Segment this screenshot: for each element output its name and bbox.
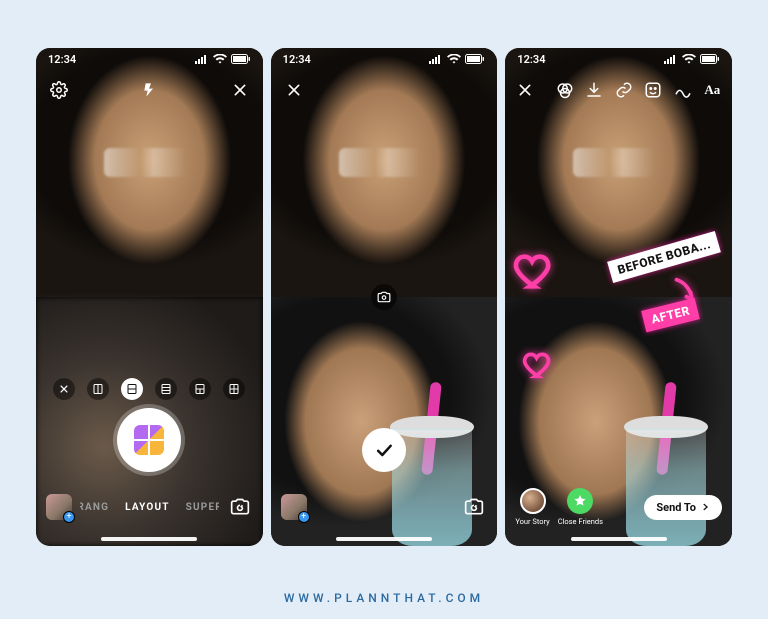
capture-bottom-bar: + OMERANG LAYOUT SUPERZOO xyxy=(36,486,263,528)
flash-icon[interactable] xyxy=(136,77,162,103)
story-edit-toolbar: Aa xyxy=(505,76,732,104)
share-your-story[interactable]: Your Story xyxy=(515,488,549,526)
your-story-label: Your Story xyxy=(515,517,549,526)
layout-option-2h-selected[interactable] xyxy=(121,378,143,400)
mode-next[interactable]: SUPERZOO xyxy=(186,502,219,513)
status-time: 12:34 xyxy=(48,53,76,66)
layout-option-3h[interactable] xyxy=(155,378,177,400)
close-icon[interactable] xyxy=(515,77,535,103)
capture-top-controls xyxy=(271,76,498,104)
plus-icon: + xyxy=(63,511,75,523)
home-indicator xyxy=(101,537,197,541)
gallery-thumbnail[interactable]: + xyxy=(46,494,72,520)
gallery-thumbnail[interactable]: + xyxy=(281,494,307,520)
status-indicators xyxy=(429,54,485,64)
retake-cell-icon[interactable] xyxy=(371,284,397,310)
close-icon[interactable] xyxy=(281,77,307,103)
status-bar: 12:34 xyxy=(505,48,732,70)
gear-icon[interactable] xyxy=(46,77,72,103)
avatar-icon xyxy=(520,488,546,514)
link-icon[interactable] xyxy=(614,77,634,103)
status-bar: 12:34 xyxy=(271,48,498,70)
phone-story-edit: 12:34 xyxy=(505,48,732,546)
star-icon xyxy=(567,488,593,514)
status-time: 12:34 xyxy=(283,53,311,66)
share-close-friends[interactable]: Close Friends xyxy=(558,488,603,526)
close-icon[interactable] xyxy=(227,77,253,103)
filters-icon[interactable] xyxy=(555,77,575,103)
home-indicator xyxy=(336,537,432,541)
layout-option-grid4[interactable] xyxy=(223,378,245,400)
plus-icon: + xyxy=(298,511,310,523)
camera-mode-strip[interactable]: OMERANG LAYOUT SUPERZOO xyxy=(80,502,219,513)
switch-camera-icon[interactable] xyxy=(461,494,487,520)
story-share-bar: Your Story Close Friends Send To xyxy=(505,486,732,528)
status-time: 12:34 xyxy=(517,53,545,66)
text-icon[interactable]: Aa xyxy=(703,77,723,103)
home-indicator xyxy=(571,537,667,541)
phone-layout-capture: 12:34 xyxy=(36,48,263,546)
heart-sticker[interactable] xyxy=(511,248,557,294)
switch-camera-icon[interactable] xyxy=(227,494,253,520)
confirm-button[interactable] xyxy=(362,428,406,472)
confirm-area xyxy=(362,428,406,472)
phone-layout-filled: 12:34 xyxy=(271,48,498,546)
mode-prev[interactable]: OMERANG xyxy=(80,502,109,513)
status-indicators xyxy=(664,54,720,64)
status-indicators xyxy=(195,54,251,64)
sticker-icon[interactable] xyxy=(643,77,663,103)
layout-option-2v[interactable] xyxy=(87,378,109,400)
layout-options-row xyxy=(36,378,263,400)
layout-cancel-icon[interactable] xyxy=(53,378,75,400)
close-friends-label: Close Friends xyxy=(558,517,603,526)
mode-active[interactable]: LAYOUT xyxy=(125,502,170,513)
heart-sticker[interactable] xyxy=(521,348,555,382)
capture-top-controls xyxy=(36,76,263,104)
layout-icon xyxy=(134,425,164,455)
save-icon[interactable] xyxy=(584,77,604,103)
send-to-label: Send To xyxy=(656,501,696,514)
capture-bottom-bar: + xyxy=(271,486,498,528)
status-bar: 12:34 xyxy=(36,48,263,70)
send-to-button[interactable]: Send To xyxy=(644,495,722,520)
shutter-button[interactable] xyxy=(117,408,181,472)
footer-credit: WWW.PLANNTHAT.COM xyxy=(0,591,768,605)
layout-option-1+2[interactable] xyxy=(189,378,211,400)
shutter-area xyxy=(117,408,181,472)
draw-icon[interactable] xyxy=(673,77,693,103)
